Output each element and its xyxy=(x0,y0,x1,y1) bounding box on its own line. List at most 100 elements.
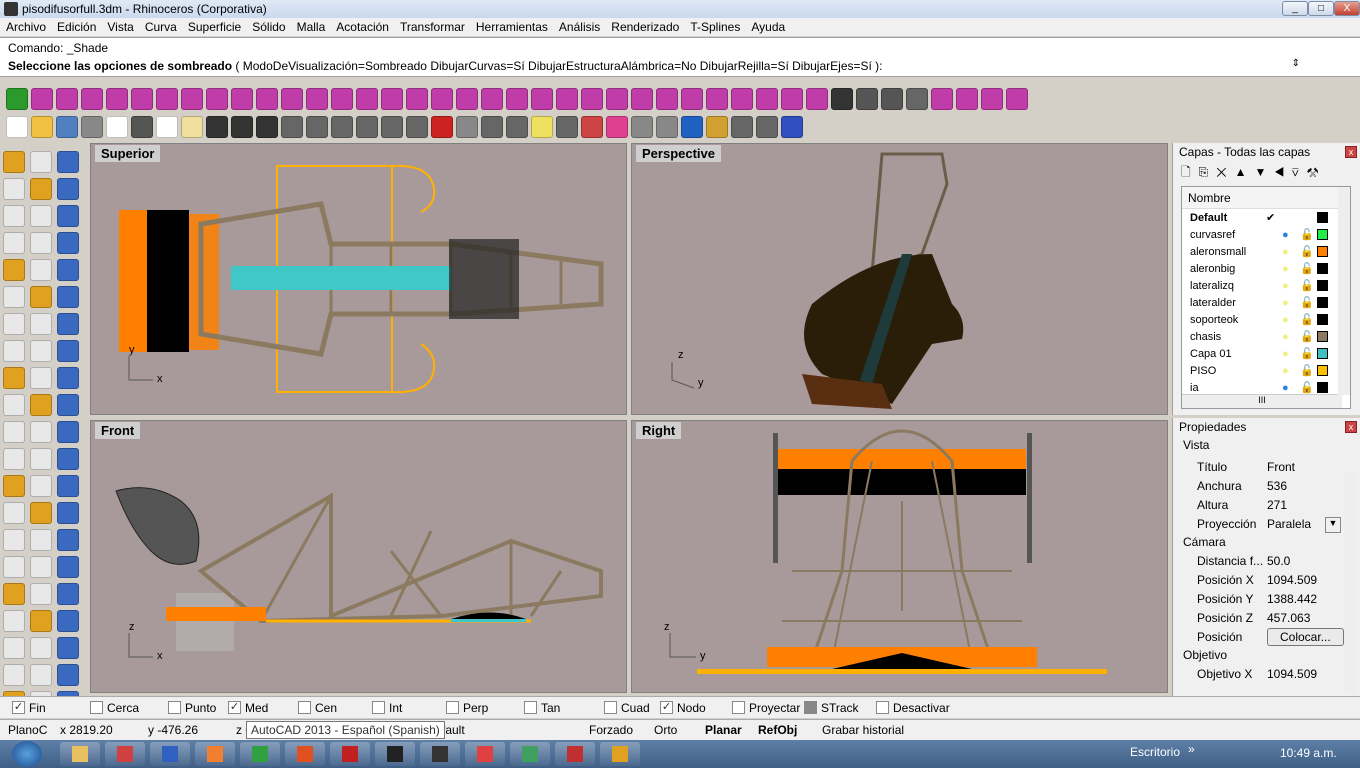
taskbar-app-button[interactable] xyxy=(285,742,325,766)
tool-button-icon[interactable] xyxy=(30,664,52,686)
taskbar-app-button[interactable] xyxy=(195,742,235,766)
layer-color-swatch[interactable] xyxy=(1317,314,1328,325)
tool-button-icon[interactable] xyxy=(30,529,52,551)
rhino-app-icon[interactable] xyxy=(4,2,18,16)
toolbar-button-icon[interactable] xyxy=(606,116,628,138)
tool-button-icon[interactable] xyxy=(30,421,52,443)
tool-button-icon[interactable] xyxy=(30,340,52,362)
layer-color-swatch[interactable] xyxy=(1317,348,1328,359)
tool-button-icon[interactable] xyxy=(57,151,79,173)
checkbox[interactable] xyxy=(604,701,617,714)
viewport-label[interactable]: Superior xyxy=(95,145,161,162)
layer-color-swatch[interactable] xyxy=(1317,246,1328,257)
tool-button-icon[interactable] xyxy=(57,421,79,443)
toolbar-button-icon[interactable] xyxy=(781,116,803,138)
unlock-icon[interactable]: 🔓 xyxy=(1300,313,1314,326)
osnap-fin[interactable]: ✓ Fin xyxy=(12,701,46,715)
menu-t-splines[interactable]: T-Splines xyxy=(690,20,740,34)
layer-name[interactable]: aleronbig xyxy=(1182,263,1262,275)
lightbulb-icon[interactable]: ● xyxy=(1282,314,1289,326)
desktop-toolbar[interactable]: Escritorio xyxy=(1130,745,1180,759)
viewport-label[interactable]: Perspective xyxy=(636,145,721,162)
start-button[interactable] xyxy=(12,741,42,767)
tool-button-icon[interactable] xyxy=(30,583,52,605)
tool-button-icon[interactable] xyxy=(3,313,25,335)
toolbar-button-icon[interactable] xyxy=(281,116,303,138)
toolbar-button-icon[interactable] xyxy=(856,88,878,110)
viewport-label[interactable]: Right xyxy=(636,422,682,439)
toolbar-button-icon[interactable] xyxy=(381,88,403,110)
tool-button-icon[interactable] xyxy=(3,340,25,362)
viewport-label[interactable]: Front xyxy=(95,422,141,439)
prompt-options[interactable]: ( ModoDeVisualización=Sombreado DibujarC… xyxy=(232,59,882,73)
toolbar-button-icon[interactable] xyxy=(181,88,203,110)
layer-color-swatch[interactable] xyxy=(1317,382,1328,393)
checkbox[interactable] xyxy=(804,701,817,714)
tool-button-icon[interactable] xyxy=(30,205,52,227)
property-value[interactable]: 457.063 xyxy=(1267,611,1310,625)
taskbar-app-button[interactable] xyxy=(240,742,280,766)
toolbar-button-icon[interactable] xyxy=(556,116,578,138)
checkbox[interactable] xyxy=(168,701,181,714)
checkbox[interactable] xyxy=(298,701,311,714)
tool-button-icon[interactable] xyxy=(3,178,25,200)
osnap-cerca[interactable]: Cerca xyxy=(90,701,139,715)
lightbulb-icon[interactable]: ● xyxy=(1282,331,1289,343)
property-value[interactable]: 536 xyxy=(1267,479,1287,493)
layer-row[interactable]: soporteok ● 🔓 xyxy=(1182,311,1350,328)
checkbox[interactable] xyxy=(90,701,103,714)
toolbar-button-icon[interactable] xyxy=(31,116,53,138)
tool-button-icon[interactable] xyxy=(30,367,52,389)
viewport-front[interactable]: z x Front xyxy=(90,420,627,693)
tool-button-icon[interactable] xyxy=(57,205,79,227)
toolbar-button-icon[interactable] xyxy=(156,116,178,138)
toolbar-button-icon[interactable] xyxy=(731,88,753,110)
tool-button-icon[interactable] xyxy=(57,475,79,497)
tool-button-icon[interactable] xyxy=(57,232,79,254)
toolbar-button-icon[interactable] xyxy=(381,116,403,138)
tool-button-icon[interactable] xyxy=(57,556,79,578)
menu-archivo[interactable]: Archivo xyxy=(6,20,46,34)
tool-button-icon[interactable] xyxy=(57,448,79,470)
tool-button-icon[interactable] xyxy=(3,286,25,308)
layer-row[interactable]: aleronsmall ● 🔓 xyxy=(1182,243,1350,260)
menu-curva[interactable]: Curva xyxy=(145,20,177,34)
layer-row[interactable]: lateralizq ● 🔓 xyxy=(1182,277,1350,294)
lightbulb-icon[interactable]: ● xyxy=(1282,365,1289,377)
toolbar-button-icon[interactable] xyxy=(331,116,353,138)
layer-name[interactable]: lateralder xyxy=(1182,297,1262,309)
toolbar-button-icon[interactable] xyxy=(606,88,628,110)
toolbar-button-icon[interactable] xyxy=(31,88,53,110)
tool-button-icon[interactable] xyxy=(30,232,52,254)
orto-toggle[interactable]: Orto xyxy=(654,723,677,737)
lightbulb-icon[interactable]: ● xyxy=(1282,280,1289,292)
unlock-icon[interactable]: 🔓 xyxy=(1300,296,1314,309)
close-button[interactable]: X xyxy=(1334,1,1360,16)
layer-row[interactable]: Capa 01 ● 🔓 xyxy=(1182,345,1350,362)
checkbox[interactable] xyxy=(446,701,459,714)
toolbar-button-icon[interactable] xyxy=(231,116,253,138)
tool-button-icon[interactable] xyxy=(3,556,25,578)
toolbar-button-icon[interactable] xyxy=(106,116,128,138)
toolbar-button-icon[interactable] xyxy=(406,116,428,138)
layer-color-swatch[interactable] xyxy=(1317,280,1328,291)
toolbar-button-icon[interactable] xyxy=(56,116,78,138)
layer-row[interactable]: chasis ● 🔓 xyxy=(1182,328,1350,345)
tool-button-icon[interactable] xyxy=(30,259,52,281)
toolbar-button-icon[interactable] xyxy=(681,88,703,110)
toolbar-button-icon[interactable] xyxy=(831,88,853,110)
layer-name[interactable]: chasis xyxy=(1182,331,1262,343)
layer-color-swatch[interactable] xyxy=(1317,229,1328,240)
property-value[interactable]: 1388.442 xyxy=(1267,592,1317,606)
toolbar-button-icon[interactable] xyxy=(131,88,153,110)
viewport-superior[interactable]: y x Superior xyxy=(90,143,627,415)
toolbar-button-icon[interactable] xyxy=(706,88,728,110)
osnap-med[interactable]: ✓ Med xyxy=(228,701,268,715)
properties-scrollbar[interactable] xyxy=(1344,473,1356,693)
toolbar-button-icon[interactable] xyxy=(206,88,228,110)
property-value[interactable]: Front xyxy=(1267,460,1295,474)
layer-row[interactable]: PISO ● 🔓 xyxy=(1182,362,1350,379)
menu-acotación[interactable]: Acotación xyxy=(336,20,389,34)
horizontal-scrollbar[interactable]: III xyxy=(1182,394,1342,408)
toolbar-button-icon[interactable] xyxy=(931,88,953,110)
